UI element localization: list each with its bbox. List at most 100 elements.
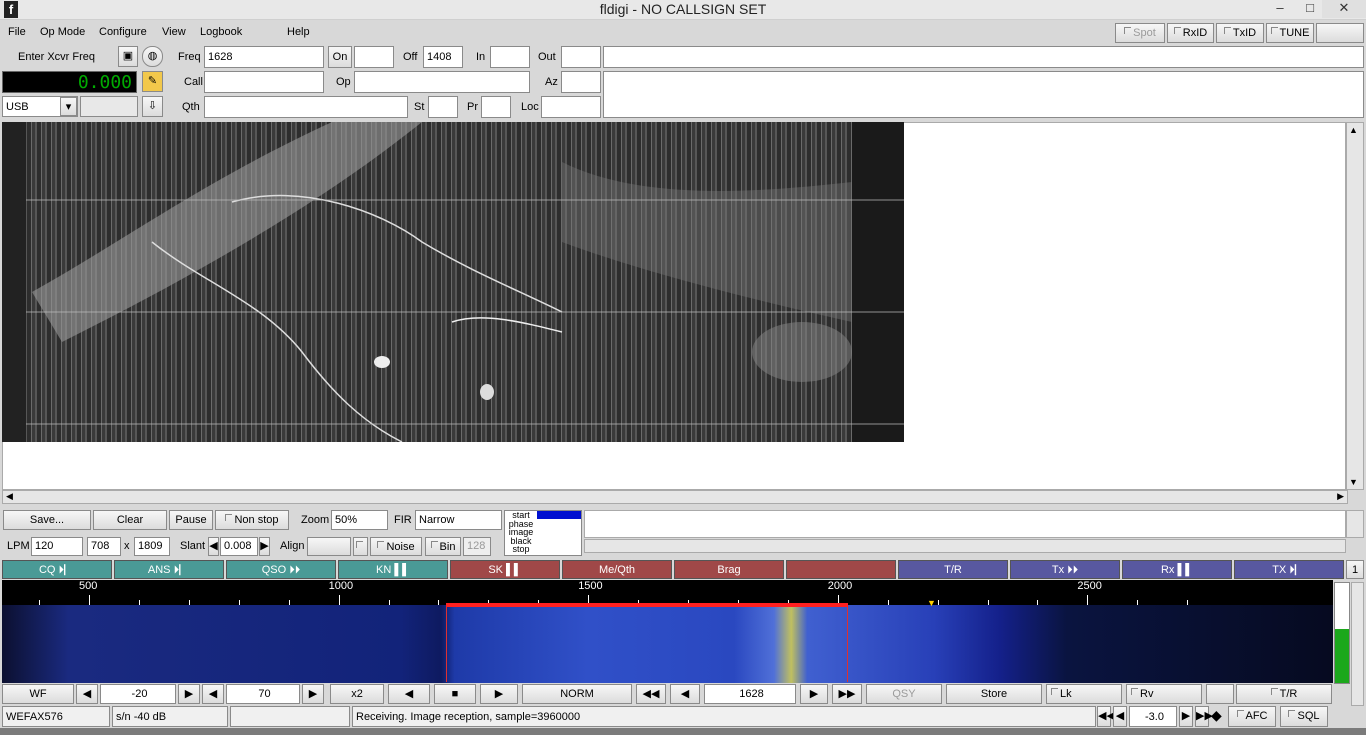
- scroll-down-icon[interactable]: ▼: [1349, 477, 1358, 487]
- waterfall-display[interactable]: [2, 605, 1333, 683]
- clear-button[interactable]: Clear: [93, 510, 167, 530]
- out-field[interactable]: [561, 46, 601, 68]
- st-field[interactable]: [428, 96, 458, 118]
- slant-increase-icon[interactable]: ▶: [259, 537, 270, 556]
- freq-field[interactable]: 1628: [204, 46, 324, 68]
- step-right-icon[interactable]: ▶: [800, 684, 828, 704]
- menu-help[interactable]: Help: [287, 26, 310, 38]
- align-toggle[interactable]: [353, 537, 368, 556]
- menu-configure[interactable]: Configure: [99, 26, 147, 38]
- frequency-display[interactable]: 0.000: [2, 71, 137, 93]
- macro-button-12[interactable]: TX ⏵▏: [1234, 560, 1344, 579]
- stop-scroll-button[interactable]: ■: [434, 684, 476, 704]
- az-field[interactable]: [561, 71, 601, 93]
- receive-vertical-scrollbar[interactable]: ▲ ▼: [1346, 122, 1364, 490]
- fast-left-icon[interactable]: ◀◀: [636, 684, 666, 704]
- afc-toggle[interactable]: AFC: [1228, 706, 1276, 727]
- carrier-freq-field[interactable]: 1628: [704, 684, 796, 704]
- blank-wf-button[interactable]: [1206, 684, 1234, 704]
- wf-mode-button[interactable]: WF: [2, 684, 74, 704]
- notes-field[interactable]: [603, 46, 1364, 68]
- spot-toggle[interactable]: Spot: [1115, 23, 1165, 43]
- in-field[interactable]: [490, 46, 530, 68]
- mode-status[interactable]: WEFAX576: [2, 706, 110, 727]
- menu-logbook[interactable]: Logbook: [200, 26, 242, 38]
- blank-toggle[interactable]: [1316, 23, 1364, 43]
- tune-toggle[interactable]: TUNE: [1266, 23, 1314, 43]
- macro-button-6[interactable]: Me/Qth: [562, 560, 672, 579]
- reverse-toggle[interactable]: Rv: [1126, 684, 1202, 704]
- store-button[interactable]: Store: [946, 684, 1042, 704]
- on-field[interactable]: [354, 46, 394, 68]
- receive-horizontal-scrollbar[interactable]: ◀ ▶: [2, 490, 1348, 504]
- mode-dropdown-icon[interactable]: ▾: [60, 97, 77, 116]
- range-field[interactable]: 70: [226, 684, 300, 704]
- macro-page-button[interactable]: 1: [1346, 560, 1364, 579]
- rxid-toggle[interactable]: RxID: [1167, 23, 1214, 43]
- lpm-spinner[interactable]: 120: [31, 537, 83, 556]
- zoom-x2-button[interactable]: x2: [330, 684, 384, 704]
- ref-increase-icon[interactable]: ▶: [178, 684, 200, 704]
- zoom-select[interactable]: 50%: [331, 510, 388, 530]
- enter-xcvr-label[interactable]: Enter Xcvr Freq: [18, 46, 95, 68]
- macro-button-4[interactable]: KN ▌▌: [338, 560, 448, 579]
- fir-select[interactable]: Narrow: [415, 510, 502, 530]
- fax-info-scrollbar[interactable]: [1346, 510, 1364, 538]
- bin-toggle[interactable]: Bin: [425, 537, 461, 556]
- op-field[interactable]: [354, 71, 530, 93]
- afc-fast-right-icon[interactable]: ▶▶: [1195, 706, 1213, 727]
- afc-left-icon[interactable]: ◀: [1113, 706, 1127, 727]
- bin-field[interactable]: 128: [463, 537, 491, 556]
- globe-icon[interactable]: ◍: [142, 46, 163, 67]
- image-height-field[interactable]: 1809: [134, 537, 170, 556]
- lock-toggle[interactable]: Lk: [1046, 684, 1122, 704]
- macro-button-7[interactable]: Brag: [674, 560, 784, 579]
- squelch-slider[interactable]: [1351, 582, 1364, 706]
- clear-log-icon[interactable]: ✎: [142, 71, 163, 92]
- align-slider[interactable]: [307, 537, 351, 556]
- macro-button-2[interactable]: ANS ⏵▏: [114, 560, 224, 579]
- loc-field[interactable]: [541, 96, 601, 118]
- pr-field[interactable]: [481, 96, 511, 118]
- macro-button-8[interactable]: [786, 560, 896, 579]
- scroll-up-icon[interactable]: ▲: [1349, 125, 1358, 135]
- off-field[interactable]: 1408: [423, 46, 463, 68]
- afc-value-field[interactable]: -3.0: [1129, 706, 1177, 727]
- fast-right-icon[interactable]: ▶▶: [832, 684, 862, 704]
- image-width-field[interactable]: 708: [87, 537, 121, 556]
- rig-icon[interactable]: ▣: [118, 46, 138, 67]
- range-increase-icon[interactable]: ▶: [302, 684, 324, 704]
- tr-toggle[interactable]: T/R: [1236, 684, 1332, 704]
- menu-op-mode[interactable]: Op Mode: [40, 26, 85, 38]
- range-decrease-icon[interactable]: ◀: [202, 684, 224, 704]
- qth-field[interactable]: [204, 96, 408, 118]
- bandwidth-select[interactable]: [80, 96, 138, 117]
- macro-button-1[interactable]: CQ ⏵▏: [2, 560, 112, 579]
- save-log-icon[interactable]: ⇩: [142, 96, 163, 117]
- scroll-left-icon[interactable]: ◀: [6, 491, 13, 502]
- non-stop-toggle[interactable]: Non stop: [215, 510, 289, 530]
- txid-toggle[interactable]: TxID: [1216, 23, 1264, 43]
- slant-field[interactable]: 0.008: [220, 537, 258, 556]
- scroll-left-button[interactable]: ◀: [388, 684, 430, 704]
- minimize-button[interactable]: –: [1265, 0, 1295, 18]
- macro-button-5[interactable]: SK ▌▌: [450, 560, 560, 579]
- step-left-icon[interactable]: ◀: [670, 684, 700, 704]
- macro-button-3[interactable]: QSO ⏵⏵: [226, 560, 336, 579]
- speed-norm-button[interactable]: NORM: [522, 684, 632, 704]
- pause-button[interactable]: Pause: [169, 510, 213, 530]
- scroll-right-button[interactable]: ▶: [480, 684, 518, 704]
- maximize-button[interactable]: □: [1295, 0, 1325, 18]
- log-notes-area[interactable]: [603, 71, 1364, 118]
- qsy-button[interactable]: QSY: [866, 684, 942, 704]
- ref-level-field[interactable]: -20: [100, 684, 176, 704]
- fax-info-hscrollbar[interactable]: [584, 539, 1346, 553]
- save-button[interactable]: Save...: [3, 510, 91, 530]
- call-field[interactable]: [204, 71, 324, 93]
- menu-view[interactable]: View: [162, 26, 186, 38]
- noise-toggle[interactable]: Noise: [370, 537, 422, 556]
- scroll-right-icon[interactable]: ▶: [1337, 491, 1344, 502]
- on-button[interactable]: On: [328, 46, 352, 68]
- afc-right-icon[interactable]: ▶: [1179, 706, 1193, 727]
- slant-decrease-icon[interactable]: ◀: [208, 537, 219, 556]
